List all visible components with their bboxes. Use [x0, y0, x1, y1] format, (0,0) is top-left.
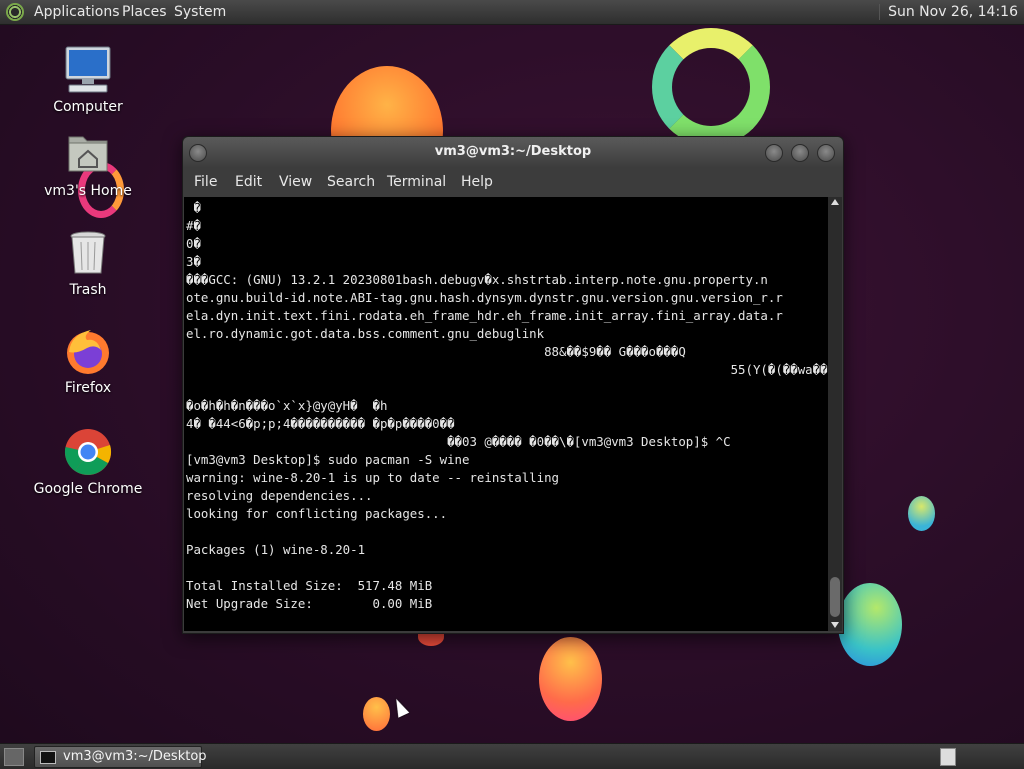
- wallpaper-shape: [539, 637, 602, 721]
- panel-clock[interactable]: Sun Nov 26, 14:16: [879, 4, 1018, 20]
- terminal-line: Total Installed Size: 517.48 MiB: [186, 578, 433, 593]
- terminal-line: 3�: [186, 254, 201, 269]
- mouse-pointer-icon: [390, 696, 410, 718]
- terminal-icon: [40, 751, 56, 764]
- menu-file[interactable]: File: [194, 174, 217, 190]
- window-menu-icon[interactable]: [189, 144, 207, 162]
- terminal-text: � #� 0� 3� ���GCC: (GNU) 13.2.1 20230801…: [184, 197, 828, 631]
- desktop-icon-firefox[interactable]: Firefox: [28, 326, 148, 396]
- close-button[interactable]: [817, 144, 835, 162]
- scroll-up-arrow-icon[interactable]: [831, 199, 839, 205]
- home-folder-icon: [63, 129, 113, 179]
- terminal-output[interactable]: � #� 0� 3� ���GCC: (GNU) 13.2.1 20230801…: [184, 197, 828, 631]
- wallpaper-shape: [363, 697, 390, 731]
- terminal-line: el.ro.dynamic.got.data.bss.comment.gnu_d…: [186, 326, 545, 341]
- menu-terminal[interactable]: Terminal: [387, 174, 446, 190]
- show-desktop-icon[interactable]: [4, 748, 24, 766]
- top-panel: Applications Places System Sun Nov 26, 1…: [0, 0, 1024, 25]
- terminal-window[interactable]: vm3@vm3:~/Desktop File Edit View Search …: [182, 136, 844, 634]
- terminal-line: Net Upgrade Size: 0.00 MiB: [186, 596, 433, 611]
- terminal-line: 55(Y(�(��wa��: [186, 362, 828, 377]
- desktop-icon-label: vm3's Home: [44, 183, 132, 199]
- terminal-line: ote.gnu.build-id.note.ABI-tag.gnu.hash.d…: [186, 290, 783, 305]
- wallpaper-shape: [908, 496, 935, 531]
- terminal-line: ela.dyn.init.text.fini.rodata.eh_frame_h…: [186, 308, 783, 323]
- terminal-line: resolving dependencies...: [186, 488, 373, 503]
- desktop-icon-label: Trash: [69, 282, 107, 298]
- menu-view[interactable]: View: [279, 174, 312, 190]
- terminal-line: Packages (1) wine-8.20-1: [186, 542, 366, 557]
- menu-edit[interactable]: Edit: [235, 174, 262, 190]
- taskbar-item-terminal[interactable]: vm3@vm3:~/Desktop: [34, 746, 207, 768]
- chrome-icon: [63, 427, 113, 477]
- terminal-line: �: [186, 200, 201, 215]
- firefox-icon: [63, 326, 113, 376]
- minimize-button[interactable]: [765, 144, 783, 162]
- window-title: vm3@vm3:~/Desktop: [434, 144, 592, 159]
- menu-places[interactable]: Places: [122, 4, 167, 20]
- desktop-icon-label: Google Chrome: [33, 481, 143, 497]
- scroll-down-arrow-icon[interactable]: [831, 622, 839, 628]
- desktop-icon-home[interactable]: vm3's Home: [28, 129, 148, 199]
- distro-logo-icon[interactable]: [6, 3, 24, 21]
- terminal-line: 88&��$9�� G���o���Q: [186, 344, 686, 359]
- terminal-line: warning: wine-8.20-1 is up to date -- re…: [186, 470, 559, 485]
- desktop-icon-label: Computer: [53, 99, 123, 115]
- trash-icon: [63, 228, 113, 278]
- window-titlebar[interactable]: vm3@vm3:~/Desktop: [183, 137, 843, 167]
- terminal-line: ��03 @���� �0��\�[vm3@vm3 Desktop]$ ^C: [186, 434, 731, 449]
- scrollbar-thumb[interactable]: [830, 577, 840, 617]
- terminal-line: #�: [186, 218, 201, 233]
- terminal-scrollbar[interactable]: [828, 197, 842, 631]
- desktop-icon-trash[interactable]: Trash: [28, 228, 148, 298]
- bottom-panel: vm3@vm3:~/Desktop: [0, 743, 1024, 769]
- wallpaper-shape: [838, 583, 902, 666]
- taskbar-item-label: vm3@vm3:~/Desktop: [63, 749, 207, 764]
- terminal-line: 0�: [186, 236, 201, 251]
- menu-applications[interactable]: Applications: [34, 4, 120, 20]
- maximize-button[interactable]: [791, 144, 809, 162]
- desktop-icon-chrome[interactable]: Google Chrome: [28, 427, 148, 497]
- terminal-menubar: File Edit View Search Terminal Help: [183, 167, 843, 197]
- terminal-line: ���GCC: (GNU) 13.2.1 20230801bash.debugv…: [186, 272, 768, 287]
- desktop-icon-computer[interactable]: Computer: [28, 45, 148, 115]
- workspace-switcher[interactable]: [940, 748, 956, 766]
- terminal-line: looking for conflicting packages...: [186, 506, 448, 521]
- terminal-line: [vm3@vm3 Desktop]$ sudo pacman -S wine: [186, 452, 470, 467]
- desktop-icon-label: Firefox: [64, 380, 112, 396]
- menu-system[interactable]: System: [174, 4, 226, 20]
- menu-search[interactable]: Search: [327, 174, 375, 190]
- terminal-line: �o�h�h�n���o`x`x}@y@yH� �h: [186, 398, 388, 413]
- wallpaper-ring: [652, 28, 770, 146]
- terminal-line: 4� �44<6�p;p;4���������� �p�p����0��: [186, 416, 455, 431]
- computer-icon: [63, 45, 113, 95]
- menu-help[interactable]: Help: [461, 174, 493, 190]
